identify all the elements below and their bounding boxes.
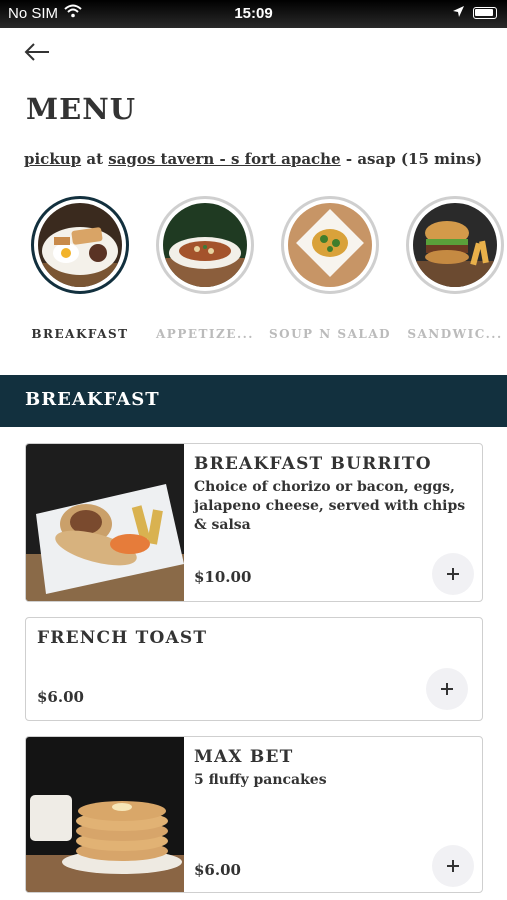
store-location-link[interactable]: sagos tavern - s fort apache: [108, 150, 340, 168]
order-summary: pickup at sagos tavern - s fort apache -…: [24, 150, 504, 168]
status-time: 15:09: [234, 5, 273, 22]
back-button[interactable]: [22, 38, 52, 66]
item-description: Choice of chorizo or bacon, eggs, jalape…: [194, 479, 466, 533]
item-description: 5 fluffy pancakes: [194, 772, 327, 788]
sandwich-image: [413, 203, 497, 287]
item-name: FRENCH TOAST: [37, 628, 208, 648]
appetizer-image: [163, 203, 247, 287]
section-header: BREAKFAST: [0, 375, 507, 427]
menu-item-french-toast[interactable]: FRENCH TOAST $6.00: [25, 617, 483, 721]
battery-icon: [473, 7, 497, 19]
plus-icon: [447, 860, 459, 872]
menu-item-max-bet[interactable]: MAX BET 5 fluffy pancakes $6.00: [25, 736, 483, 893]
order-time-text: - asap (15 mins): [345, 150, 483, 168]
category-label: APPETIZE...: [156, 327, 254, 341]
item-name: BREAKFAST BURRITO: [194, 454, 432, 474]
item-photo: [26, 444, 184, 601]
category-image-ring: [31, 196, 129, 294]
add-to-cart-button[interactable]: [432, 553, 474, 595]
category-carousel[interactable]: BREAKFAST APPETIZE... SOUP N SALAD SANDW…: [0, 196, 507, 356]
plus-icon: [441, 683, 453, 695]
item-price: $6.00: [194, 861, 241, 879]
item-price: $6.00: [37, 688, 84, 706]
breakfast-plate-image: [38, 203, 122, 287]
category-sandwiches[interactable]: SANDWIC...: [393, 196, 507, 350]
item-info: BREAKFAST BURRITO Choice of chorizo or b…: [194, 454, 470, 535]
location-arrow-icon: [452, 5, 465, 22]
category-label: SOUP N SALAD: [268, 327, 392, 341]
category-image-ring: [156, 196, 254, 294]
order-at-text: at: [86, 150, 103, 168]
category-breakfast[interactable]: BREAKFAST: [18, 196, 142, 350]
category-image-ring: [281, 196, 379, 294]
add-to-cart-button[interactable]: [432, 845, 474, 887]
item-name: MAX BET: [194, 747, 294, 767]
item-photo: [26, 737, 184, 892]
category-label: SANDWIC...: [407, 327, 503, 341]
page-title: MENU: [26, 92, 137, 126]
status-bar: No SIM 15:09: [0, 0, 507, 28]
plus-icon: [447, 568, 459, 580]
order-method-link[interactable]: pickup: [24, 150, 81, 168]
category-soup-n-salad[interactable]: SOUP N SALAD: [268, 196, 392, 350]
arrow-left-icon: [24, 43, 49, 61]
item-info: FRENCH TOAST: [37, 628, 470, 648]
category-appetizers[interactable]: APPETIZE...: [143, 196, 267, 350]
item-price: $10.00: [194, 568, 252, 586]
category-label: BREAKFAST: [31, 327, 129, 341]
add-to-cart-button[interactable]: [426, 668, 468, 710]
soup-salad-image: [288, 203, 372, 287]
category-image-ring: [406, 196, 504, 294]
item-info: MAX BET 5 fluffy pancakes: [194, 747, 470, 790]
menu-item-breakfast-burrito[interactable]: BREAKFAST BURRITO Choice of chorizo or b…: [25, 443, 483, 602]
